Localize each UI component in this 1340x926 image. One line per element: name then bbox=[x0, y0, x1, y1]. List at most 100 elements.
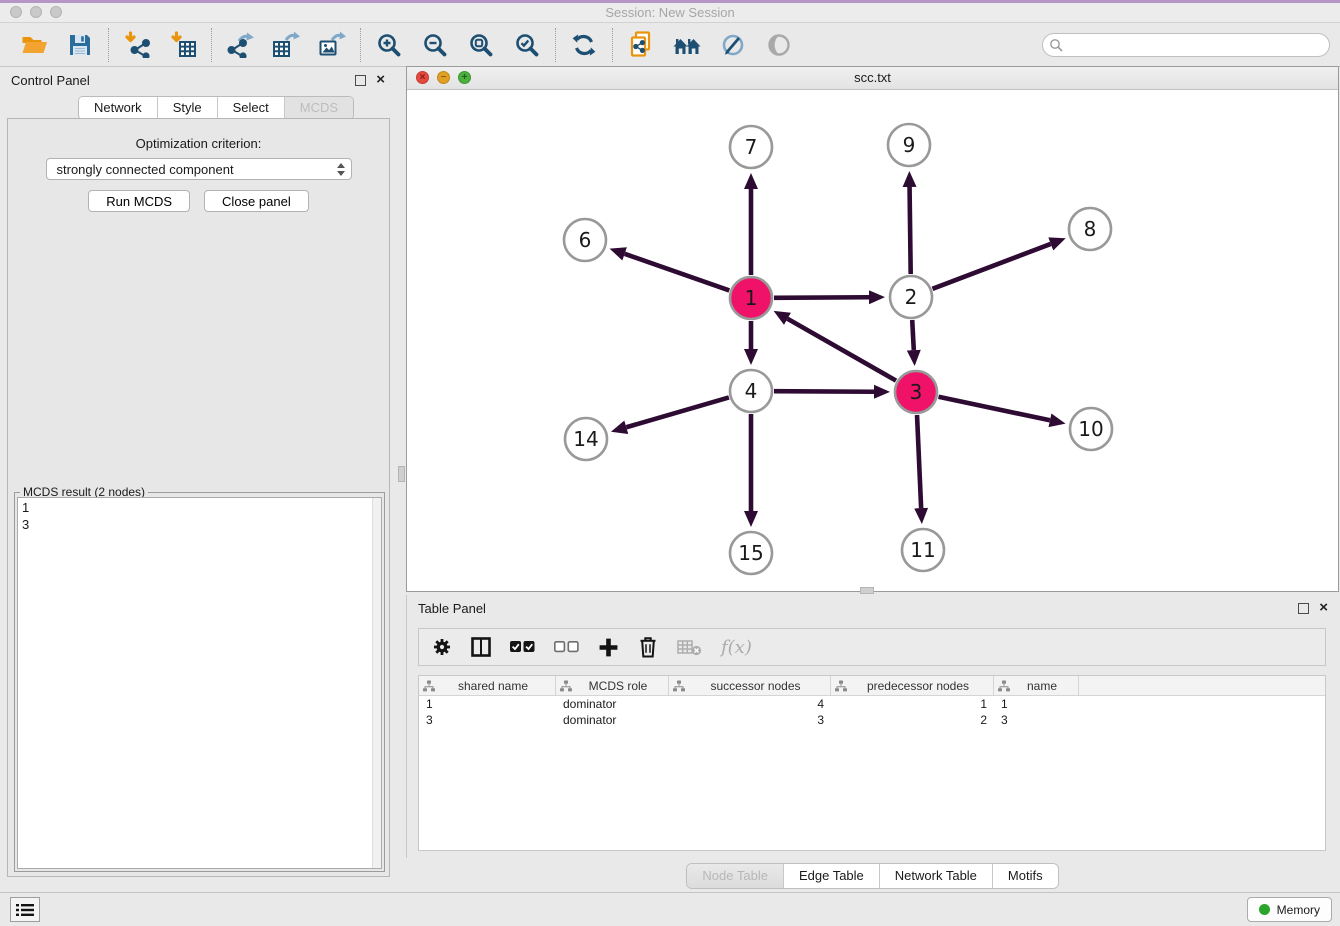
close-table-panel-icon[interactable]: × bbox=[1319, 602, 1328, 614]
mcds-tab-content: Optimization criterion: strongly connect… bbox=[7, 118, 390, 877]
tab-style[interactable]: Style bbox=[158, 97, 218, 119]
graph-node-label: 2 bbox=[905, 285, 918, 309]
export-table-icon[interactable] bbox=[271, 31, 301, 59]
column-tree-icon bbox=[998, 680, 1010, 692]
select-stepper-icon bbox=[337, 163, 345, 176]
graph-node-label: 8 bbox=[1084, 217, 1097, 241]
graph-node-label: 10 bbox=[1078, 417, 1103, 441]
open-session-icon[interactable] bbox=[19, 31, 49, 59]
graph-edge-4-14[interactable] bbox=[626, 397, 729, 427]
search-input[interactable] bbox=[1042, 33, 1330, 57]
close-panel-button[interactable]: Close panel bbox=[204, 190, 309, 212]
tab-motifs[interactable]: Motifs bbox=[993, 864, 1058, 888]
minimize-window-button[interactable] bbox=[30, 6, 42, 18]
column-tree-icon bbox=[835, 680, 847, 692]
memory-label: Memory bbox=[1277, 903, 1320, 917]
search-icon bbox=[1049, 38, 1063, 52]
maximize-network-button[interactable]: + bbox=[458, 71, 471, 84]
run-mcds-button[interactable]: Run MCDS bbox=[88, 190, 190, 212]
graph-edge-3-1[interactable] bbox=[787, 319, 896, 381]
table-cell[interactable]: 3 bbox=[994, 713, 1079, 727]
memory-button[interactable]: Memory bbox=[1247, 897, 1332, 922]
zoom-fit-icon[interactable] bbox=[466, 31, 496, 59]
float-table-panel-icon[interactable] bbox=[1298, 603, 1309, 614]
table-cell[interactable]: dominator bbox=[556, 713, 669, 727]
tab-mcds[interactable]: MCDS bbox=[285, 97, 353, 119]
table-settings-icon[interactable] bbox=[432, 637, 452, 657]
graph-edge-2-3[interactable] bbox=[912, 320, 914, 350]
graph-edge-3-11[interactable] bbox=[917, 415, 921, 508]
graph-node-label: 6 bbox=[579, 228, 592, 252]
mcds-result-group: MCDS result (2 nodes) 1 3 bbox=[14, 492, 385, 872]
delete-column-icon[interactable] bbox=[638, 636, 658, 658]
node-table: shared nameMCDS rolesuccessor nodesprede… bbox=[418, 675, 1326, 851]
save-session-icon[interactable] bbox=[65, 31, 95, 59]
graph-edge-2-8[interactable] bbox=[933, 244, 1051, 289]
table-cell[interactable]: 4 bbox=[669, 697, 831, 711]
task-history-button[interactable] bbox=[10, 897, 40, 922]
refresh-icon[interactable] bbox=[569, 31, 599, 59]
column-header-shared-name[interactable]: shared name bbox=[419, 676, 556, 695]
graph-edge-4-3[interactable] bbox=[774, 391, 874, 392]
tab-node-table[interactable]: Node Table bbox=[687, 864, 784, 888]
graph-node-label: 15 bbox=[738, 541, 763, 565]
minimize-network-button[interactable]: − bbox=[437, 71, 450, 84]
tab-select[interactable]: Select bbox=[218, 97, 285, 119]
vertical-splitter-handle[interactable] bbox=[398, 466, 405, 482]
column-header-predecessor-nodes[interactable]: predecessor nodes bbox=[831, 676, 994, 695]
tab-edge-table[interactable]: Edge Table bbox=[784, 864, 880, 888]
graph-node-label: 9 bbox=[903, 133, 916, 157]
application-window: Session: New Session bbox=[0, 0, 1340, 926]
main-toolbar bbox=[0, 23, 1340, 67]
close-network-button[interactable]: × bbox=[416, 71, 429, 84]
select-all-icon[interactable] bbox=[510, 640, 535, 654]
close-window-button[interactable] bbox=[10, 6, 22, 18]
network-canvas[interactable]: 1234678910111415 bbox=[407, 89, 1338, 591]
mcds-result-text[interactable]: 1 3 bbox=[17, 497, 382, 869]
table-row[interactable]: 1dominator411 bbox=[419, 696, 1325, 712]
import-network-icon[interactable] bbox=[122, 31, 152, 59]
horizontal-splitter-handle[interactable] bbox=[860, 587, 874, 594]
table-cell[interactable]: 3 bbox=[669, 713, 831, 727]
result-scrollbar[interactable] bbox=[372, 498, 381, 868]
column-header-MCDS-role[interactable]: MCDS role bbox=[556, 676, 669, 695]
tab-network[interactable]: Network bbox=[79, 97, 158, 119]
list-icon bbox=[16, 903, 34, 917]
optimization-select-value: strongly connected component bbox=[57, 162, 337, 177]
export-image-icon[interactable] bbox=[317, 31, 347, 59]
search-field bbox=[1042, 33, 1330, 57]
graph-edge-3-10[interactable] bbox=[939, 397, 1050, 421]
table-cell[interactable]: 2 bbox=[831, 713, 994, 727]
table-cell[interactable]: 1 bbox=[831, 697, 994, 711]
export-network-icon[interactable] bbox=[225, 31, 255, 59]
clear-style-icon[interactable] bbox=[718, 31, 748, 59]
zoom-out-icon[interactable] bbox=[420, 31, 450, 59]
column-header-successor-nodes[interactable]: successor nodes bbox=[669, 676, 831, 695]
deselect-all-icon[interactable] bbox=[554, 640, 579, 654]
table-cell[interactable]: 1 bbox=[994, 697, 1079, 711]
graph-edge-2-9[interactable] bbox=[910, 187, 911, 274]
split-view-icon[interactable] bbox=[471, 637, 491, 657]
duplicate-network-icon[interactable] bbox=[626, 31, 656, 59]
graph-edge-1-6[interactable] bbox=[625, 254, 730, 291]
table-cell[interactable]: dominator bbox=[556, 697, 669, 711]
table-tabs-bar: Node TableEdge TableNetwork TableMotifs bbox=[406, 863, 1339, 889]
zoom-selected-icon[interactable] bbox=[512, 31, 542, 59]
import-table-icon[interactable] bbox=[168, 31, 198, 59]
close-panel-icon[interactable]: × bbox=[376, 74, 385, 86]
table-cell[interactable]: 1 bbox=[419, 697, 556, 711]
graph-edge-1-2[interactable] bbox=[774, 297, 869, 298]
optimization-select[interactable]: strongly connected component bbox=[46, 158, 352, 180]
network-view-window: × − + scc.txt 1234678910111415 bbox=[406, 66, 1339, 592]
float-panel-icon[interactable] bbox=[355, 75, 366, 86]
home-networks-icon[interactable] bbox=[672, 31, 702, 59]
table-row[interactable]: 3dominator323 bbox=[419, 712, 1325, 728]
graph-node-label: 3 bbox=[910, 380, 923, 404]
column-header-name[interactable]: name bbox=[994, 676, 1079, 695]
table-cell[interactable]: 3 bbox=[419, 713, 556, 727]
zoom-window-button[interactable] bbox=[50, 6, 62, 18]
network-window-titlebar[interactable]: × − + scc.txt bbox=[407, 67, 1338, 90]
tab-network-table[interactable]: Network Table bbox=[880, 864, 993, 888]
zoom-in-icon[interactable] bbox=[374, 31, 404, 59]
add-column-icon[interactable] bbox=[598, 637, 619, 658]
